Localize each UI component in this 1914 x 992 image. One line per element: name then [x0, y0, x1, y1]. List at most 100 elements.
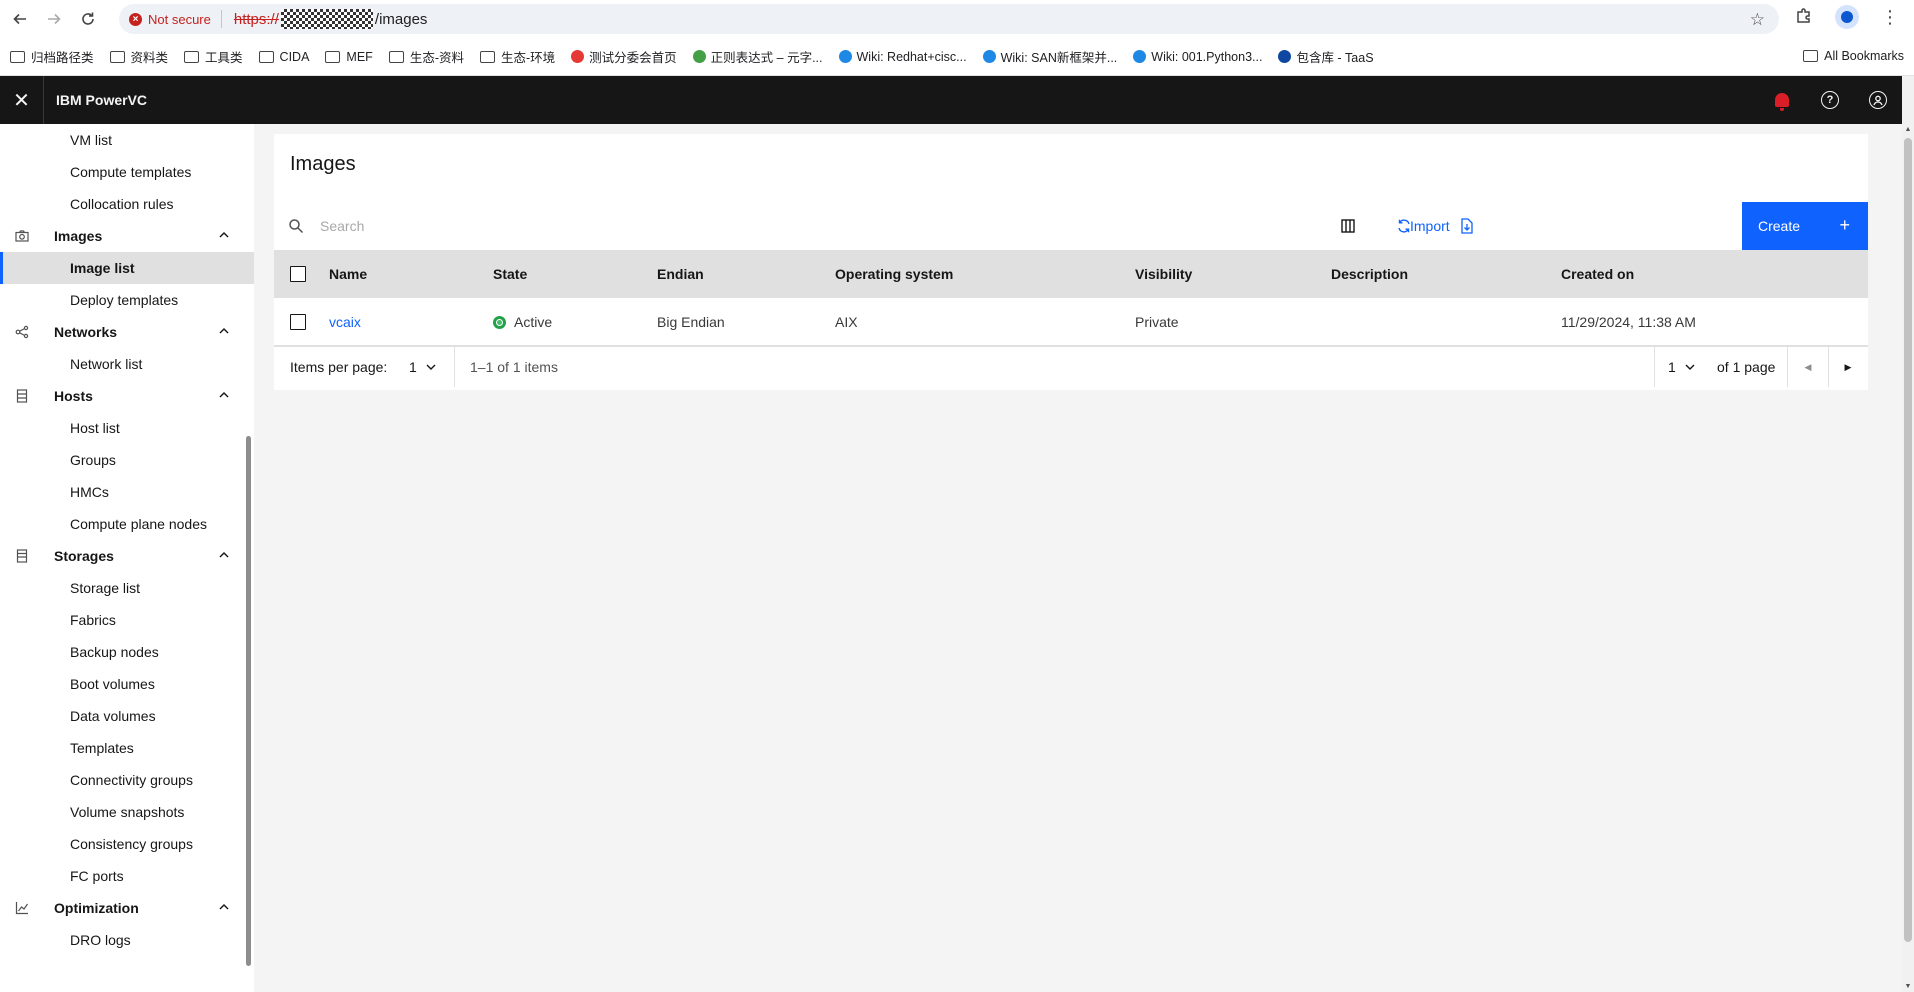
bookmark-item[interactable]: MEF [325, 50, 373, 64]
all-bookmarks[interactable]: All Bookmarks [1803, 49, 1904, 63]
security-label: Not secure [148, 11, 211, 27]
sidenav-scrollbar[interactable] [246, 436, 251, 966]
chevron-up-icon [218, 228, 230, 244]
chart-icon [0, 901, 44, 915]
user-button[interactable] [1854, 76, 1902, 124]
sidebar-item-image-list[interactable]: Image list [0, 252, 254, 284]
items-per-page-value: 1 [409, 359, 417, 375]
bookmark-label: 工具类 [205, 51, 243, 65]
sidenav-group-optimization[interactable]: Optimization [0, 892, 254, 924]
address-bar[interactable]: × Not secure https:// /images ☆ [119, 4, 1779, 34]
bookmark-item[interactable]: 测试分委会首页 [571, 47, 677, 66]
column-settings-icon[interactable] [1340, 218, 1356, 237]
items-per-page-label: Items per page: [290, 359, 388, 375]
column-header-description[interactable]: Description [1331, 250, 1408, 298]
search-icon [288, 218, 304, 237]
select-all-checkbox[interactable] [290, 266, 306, 282]
column-header-endian[interactable]: Endian [657, 250, 704, 298]
sidebar-item-collocation-rules[interactable]: Collocation rules [0, 188, 254, 220]
previous-page-button[interactable]: ◀ [1788, 347, 1828, 387]
scrollbar-thumb[interactable] [1904, 138, 1912, 942]
bookmark-item[interactable]: Wiki: SAN新框架并... [982, 47, 1118, 66]
close-icon[interactable]: ✕ [0, 76, 44, 124]
column-header-visibility[interactable]: Visibility [1135, 250, 1192, 298]
sidebar-item-host-list[interactable]: Host list [0, 412, 254, 444]
security-chip[interactable]: × Not secure [129, 12, 211, 27]
sidebar-item-templates[interactable]: Templates [0, 732, 254, 764]
all-bookmarks-label: All Bookmarks [1824, 49, 1904, 63]
app-header: ✕ IBM PowerVC ? [0, 76, 1902, 124]
help-button[interactable]: ? [1806, 76, 1854, 124]
create-button[interactable]: Create + [1742, 202, 1868, 250]
sidenav-group-storages[interactable]: Storages [0, 540, 254, 572]
import-button[interactable]: Import [1410, 202, 1474, 250]
folder-icon [258, 50, 274, 63]
sidebar-item-groups[interactable]: Groups [0, 444, 254, 476]
divider [454, 347, 455, 387]
back-icon[interactable] [6, 5, 34, 33]
sidenav-group-hosts[interactable]: Hosts [0, 380, 254, 412]
sidebar-item-network-list[interactable]: Network list [0, 348, 254, 380]
column-header-name[interactable]: Name [329, 250, 367, 298]
sidebar-item-data-volumes[interactable]: Data volumes [0, 700, 254, 732]
chevron-down-icon [1685, 364, 1695, 370]
image-name-link[interactable]: vcaix [329, 314, 361, 330]
next-page-button[interactable]: ▶ [1828, 347, 1868, 387]
url-text[interactable]: https:// /images [234, 9, 427, 29]
bookmark-item[interactable]: 生态-环境 [479, 47, 555, 66]
search-input[interactable] [320, 214, 920, 238]
bookmark-item[interactable]: 资料类 [109, 47, 168, 66]
reload-icon[interactable] [74, 5, 102, 33]
bookmark-star-icon[interactable]: ☆ [1750, 10, 1765, 30]
notification-button[interactable] [1758, 76, 1806, 124]
sidebar-item-connectivity-groups[interactable]: Connectivity groups [0, 764, 254, 796]
sidebar-item-hmcs[interactable]: HMCs [0, 476, 254, 508]
bookmark-item[interactable]: 正则表达式 – 元字... [692, 47, 823, 66]
extensions-icon[interactable] [1795, 7, 1813, 28]
bookmark-label: Wiki: Redhat+cisc... [856, 49, 967, 64]
column-header-created-on[interactable]: Created on [1561, 250, 1634, 298]
sidebar-item-boot-volumes[interactable]: Boot volumes [0, 668, 254, 700]
sidebar-item-dro-logs[interactable]: DRO logs [0, 924, 254, 956]
bookmark-item[interactable]: 生态-资料 [388, 47, 464, 66]
bookmark-item[interactable]: Wiki: Redhat+cisc... [838, 49, 967, 64]
profile-avatar[interactable] [1835, 5, 1859, 29]
column-header-os[interactable]: Operating system [835, 250, 953, 298]
product-name[interactable]: IBM PowerVC [56, 92, 147, 108]
table-row[interactable]: vcaix Active Big Endian AIX Private 11/2… [274, 298, 1868, 346]
bookmark-item[interactable]: 归档路径类 [10, 47, 94, 66]
page-select[interactable]: 1 [1668, 347, 1696, 387]
server-icon [0, 389, 44, 403]
sidenav-group-images[interactable]: Images [0, 220, 254, 252]
chevron-up-icon [218, 324, 230, 340]
bookmark-item[interactable]: CIDA [258, 50, 309, 64]
sidebar-item-volume-snapshots[interactable]: Volume snapshots [0, 796, 254, 828]
sidebar-item-fc-ports[interactable]: FC ports [0, 860, 254, 892]
sidebar-item-consistency-groups[interactable]: Consistency groups [0, 828, 254, 860]
sidebar-item-vm-list[interactable]: VM list [0, 124, 254, 156]
sidebar-item-backup-nodes[interactable]: Backup nodes [0, 636, 254, 668]
sidebar-item-storage-list[interactable]: Storage list [0, 572, 254, 604]
page-scrollbar[interactable]: ▲ ▼ [1902, 124, 1914, 992]
scroll-down-icon[interactable]: ▼ [1904, 983, 1912, 990]
column-header-state[interactable]: State [493, 250, 527, 298]
forward-icon[interactable] [40, 5, 68, 33]
sidebar-item-fabrics[interactable]: Fabrics [0, 604, 254, 636]
sidebar-item-compute-plane-nodes[interactable]: Compute plane nodes [0, 508, 254, 540]
bookmark-item[interactable]: 工具类 [184, 47, 243, 66]
row-checkbox[interactable] [290, 314, 306, 330]
user-icon [1869, 91, 1887, 109]
bookmark-item[interactable]: 包含库 - TaaS [1278, 47, 1374, 66]
bookmark-label: Wiki: SAN新框架并... [1000, 51, 1118, 65]
items-per-page-select[interactable]: 1 [409, 347, 437, 387]
bookmark-item[interactable]: Wiki: 001.Python3... [1133, 50, 1262, 64]
browser-menu-icon[interactable]: ⋮ [1881, 8, 1899, 26]
bookmark-label: 正则表达式 – 元字... [710, 51, 823, 65]
scroll-up-icon[interactable]: ▲ [1904, 126, 1912, 133]
sidenav-group-networks[interactable]: Networks [0, 316, 254, 348]
folder-icon [10, 50, 25, 63]
table-header: Name State Endian Operating system Visib… [274, 250, 1868, 298]
sidebar-item-deploy-templates[interactable]: Deploy templates [0, 284, 254, 316]
chevron-up-icon [218, 900, 230, 916]
sidebar-item-compute-templates[interactable]: Compute templates [0, 156, 254, 188]
